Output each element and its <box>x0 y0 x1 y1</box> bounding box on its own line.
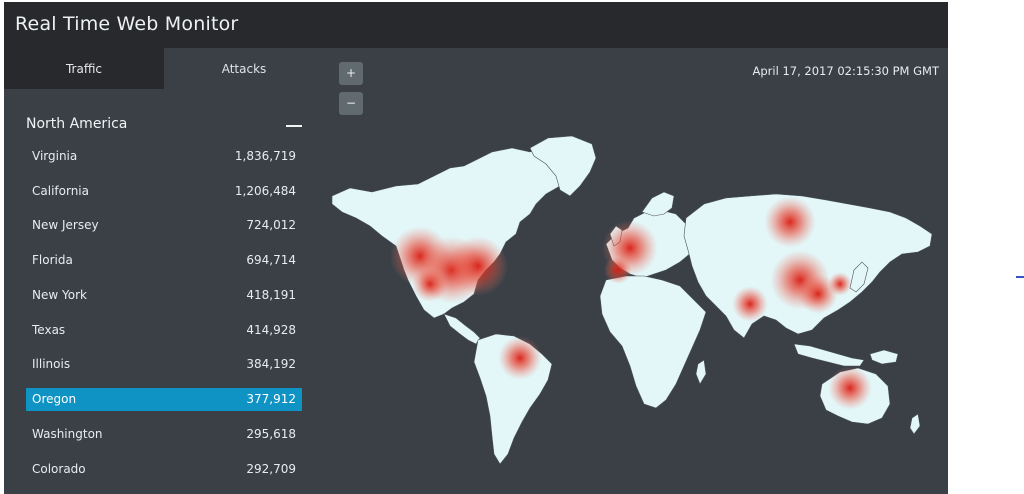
app-title: Real Time Web Monitor <box>15 13 239 35</box>
list-item-value: 418,191 <box>246 288 296 302</box>
app-window: Real Time Web Monitor Traffic Attacks No… <box>4 2 948 494</box>
heat-spot-russia <box>764 196 816 248</box>
tab-traffic-label: Traffic <box>65 61 103 76</box>
zoom-out-label: − <box>345 96 357 110</box>
list-item-california[interactable]: California 1,206,484 <box>26 180 302 203</box>
tab-traffic[interactable]: Traffic <box>4 48 164 89</box>
list-item-illinois[interactable]: Illinois 384,192 <box>26 353 302 376</box>
list-item-value: 377,912 <box>246 392 296 406</box>
heat-spot-spain <box>604 256 632 284</box>
list-item-name: Florida <box>32 253 73 267</box>
heat-spot-brazil <box>498 336 542 380</box>
heat-spot-korea <box>828 272 852 296</box>
collapse-minus-icon[interactable] <box>286 125 302 127</box>
list-item-name: California <box>32 184 89 198</box>
tab-attacks-label: Attacks <box>221 61 267 76</box>
list-item-name: Virginia <box>32 149 78 163</box>
list-item-value: 292,709 <box>246 462 296 476</box>
app-header: Real Time Web Monitor <box>4 2 948 48</box>
map-panel: + − April 17, 2017 02:15:30 PM GMT <box>324 48 948 494</box>
list-item-colorado[interactable]: Colorado 292,709 <box>26 458 302 481</box>
list-item-virginia[interactable]: Virginia 1,836,719 <box>26 145 302 168</box>
heat-spot-east-us <box>448 236 508 296</box>
list-item-value: 724,012 <box>246 218 296 232</box>
world-map[interactable] <box>324 48 948 494</box>
list-item-name: Colorado <box>32 462 86 476</box>
list-item-name: Oregon <box>32 392 77 406</box>
heat-spot-india <box>732 286 768 322</box>
list-item-name: Texas <box>32 323 66 337</box>
sidebar: Traffic Attacks North America Virginia 1… <box>4 48 324 494</box>
edge-marker <box>1016 276 1024 278</box>
list-item-name: New Jersey <box>32 218 99 232</box>
heat-spot-australia <box>828 366 872 410</box>
heat-spot-southwest-us <box>412 266 448 302</box>
tab-attacks[interactable]: Attacks <box>164 48 324 89</box>
list-item-washington[interactable]: Washington 295,618 <box>26 423 302 446</box>
list-item-new-jersey[interactable]: New Jersey 724,012 <box>26 214 302 237</box>
list-item-oregon[interactable]: Oregon 377,912 <box>26 388 302 411</box>
zoom-in-label: + <box>345 66 357 80</box>
list-item-value: 694,714 <box>246 253 296 267</box>
list-item-name: Illinois <box>32 357 71 371</box>
list-item-value: 384,192 <box>246 357 296 371</box>
list-item-florida[interactable]: Florida 694,714 <box>26 249 302 272</box>
list-item-texas[interactable]: Texas 414,928 <box>26 319 302 342</box>
timestamp: April 17, 2017 02:15:30 PM GMT <box>752 64 939 78</box>
zoom-in-button[interactable]: + <box>339 62 363 85</box>
list-item-new-york[interactable]: New York 418,191 <box>26 284 302 307</box>
list-item-value: 295,618 <box>246 427 296 441</box>
region-header: North America <box>26 116 302 136</box>
list-item-name: Washington <box>32 427 103 441</box>
list-item-value: 1,206,484 <box>234 184 296 198</box>
list-item-name: New York <box>32 288 87 302</box>
list-item-value: 414,928 <box>246 323 296 337</box>
zoom-out-button[interactable]: − <box>339 92 363 115</box>
region-title: North America <box>26 116 128 132</box>
list-item-value: 1,836,719 <box>234 149 296 163</box>
